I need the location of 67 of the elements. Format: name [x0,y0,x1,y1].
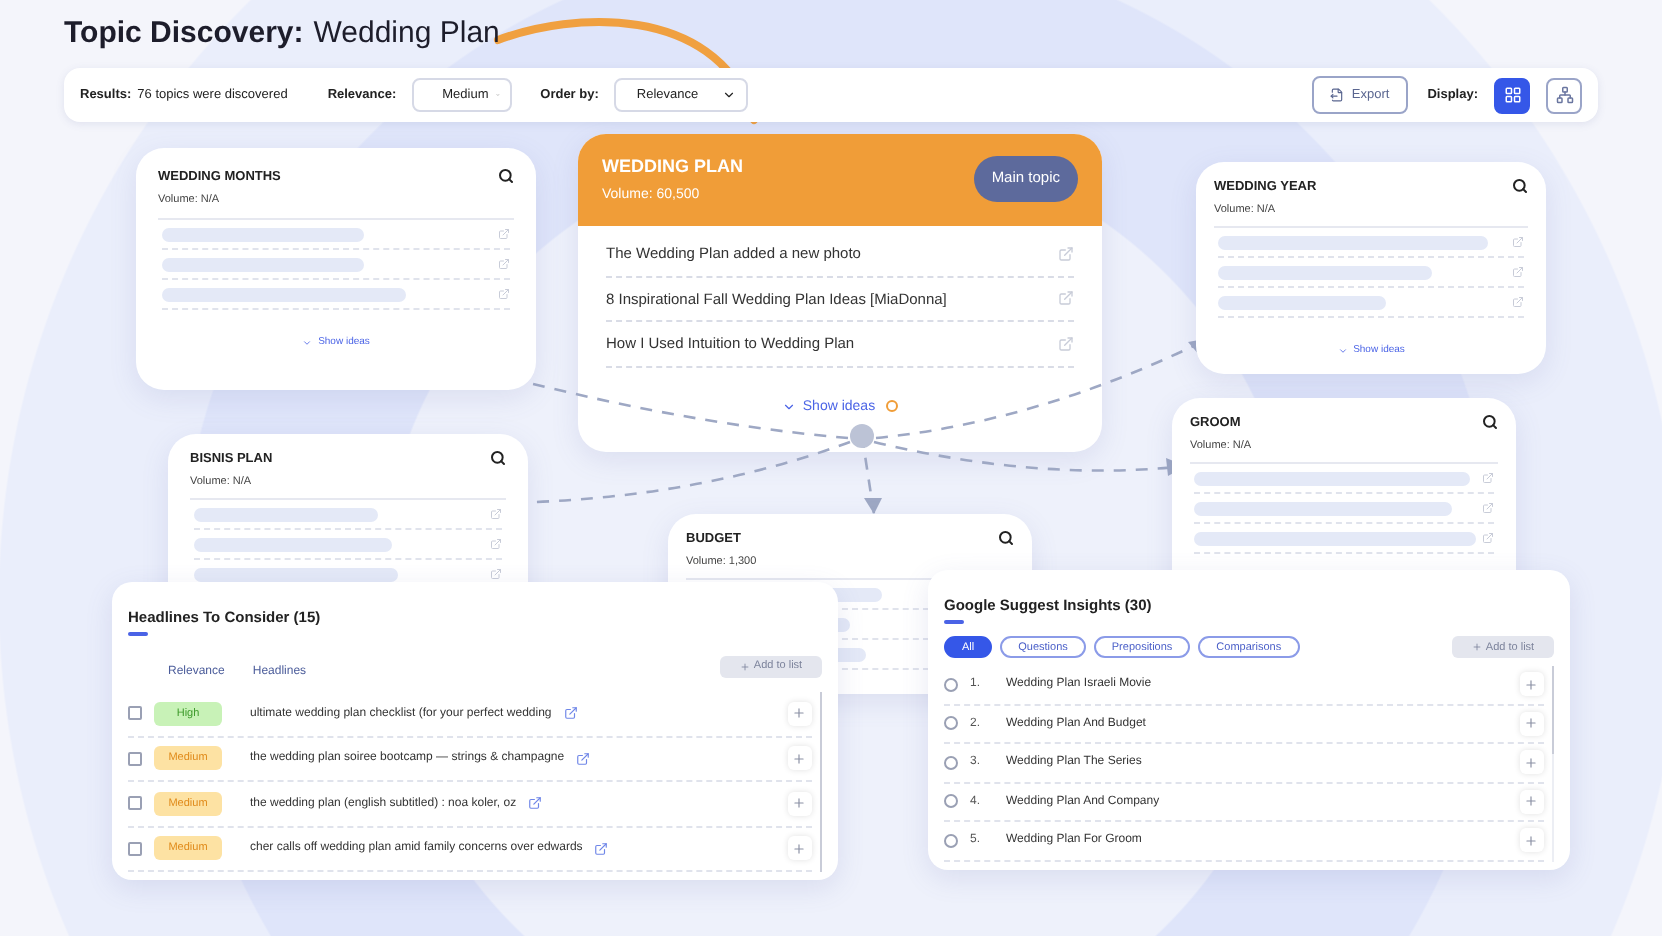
row-checkbox[interactable] [944,755,958,770]
external-link-icon[interactable] [490,538,502,550]
add-button[interactable] [1519,789,1543,814]
add-button[interactable] [1519,828,1543,853]
display-mode-button[interactable] [1494,77,1530,113]
card-title: WEDDING PLAN [602,156,743,176]
grid-icon [1503,86,1521,104]
row-checkbox[interactable] [944,677,958,692]
plus-icon [792,841,806,856]
external-link-icon[interactable] [1482,502,1494,514]
page-title: Topic Discovery: [64,16,304,50]
add-button[interactable] [1519,672,1543,697]
plus-icon [1524,716,1538,731]
add-button[interactable] [787,791,811,816]
external-link-icon[interactable] [498,228,510,240]
row-checkbox[interactable] [944,794,958,809]
external-link-icon[interactable] [563,706,578,721]
row-checkbox[interactable] [128,706,142,721]
external-link-icon[interactable] [498,258,510,270]
display-mode-button[interactable] [1546,77,1582,113]
add-button[interactable] [787,836,811,861]
plus-icon [1524,677,1538,692]
external-link-icon[interactable] [490,568,502,580]
plus-icon [792,706,806,721]
external-link-icon[interactable] [1512,236,1524,248]
connector-node [850,424,874,448]
row-checkbox[interactable] [128,796,142,811]
search-icon[interactable] [498,168,514,184]
external-link-icon[interactable] [594,841,609,856]
search-icon[interactable] [490,450,506,466]
search-icon[interactable] [1482,414,1498,430]
chevron-icon [1337,345,1348,355]
search-icon[interactable] [998,530,1014,546]
external-link-icon[interactable] [1512,266,1524,278]
plus-icon [792,751,806,766]
add-button[interactable] [787,701,811,726]
external-link-icon[interactable] [498,288,510,300]
hierarchy-icon [1555,86,1573,104]
plus-icon [792,796,806,811]
plus-icon [1524,794,1538,809]
add-button[interactable] [787,746,811,771]
external-link-icon[interactable] [1482,532,1494,544]
ring-icon [885,400,898,412]
external-link-icon[interactable] [1058,290,1074,307]
add-button[interactable] [1519,750,1543,775]
row-checkbox[interactable] [944,833,958,848]
topic-name: Wedding Plan [313,16,500,50]
row-checkbox[interactable] [128,841,142,856]
plus-icon [739,661,750,671]
external-link-icon[interactable] [576,751,591,766]
export-icon [1329,88,1344,102]
add-button[interactable] [1519,711,1543,736]
external-link-icon[interactable] [528,796,543,811]
chevron-icon [302,337,313,347]
plus-icon [1471,642,1482,652]
row-checkbox[interactable] [944,716,958,731]
plus-icon [1524,755,1538,770]
external-link-icon[interactable] [1512,296,1524,308]
plus-icon [1524,833,1538,848]
row-checkbox[interactable] [128,751,142,766]
chevron-icon [722,88,737,102]
external-link-icon[interactable] [490,508,502,520]
external-link-icon[interactable] [1482,472,1494,484]
external-link-icon[interactable] [1058,335,1074,352]
external-link-icon[interactable] [1058,245,1074,262]
search-icon[interactable] [1512,178,1528,194]
chevron-icon [782,399,797,413]
